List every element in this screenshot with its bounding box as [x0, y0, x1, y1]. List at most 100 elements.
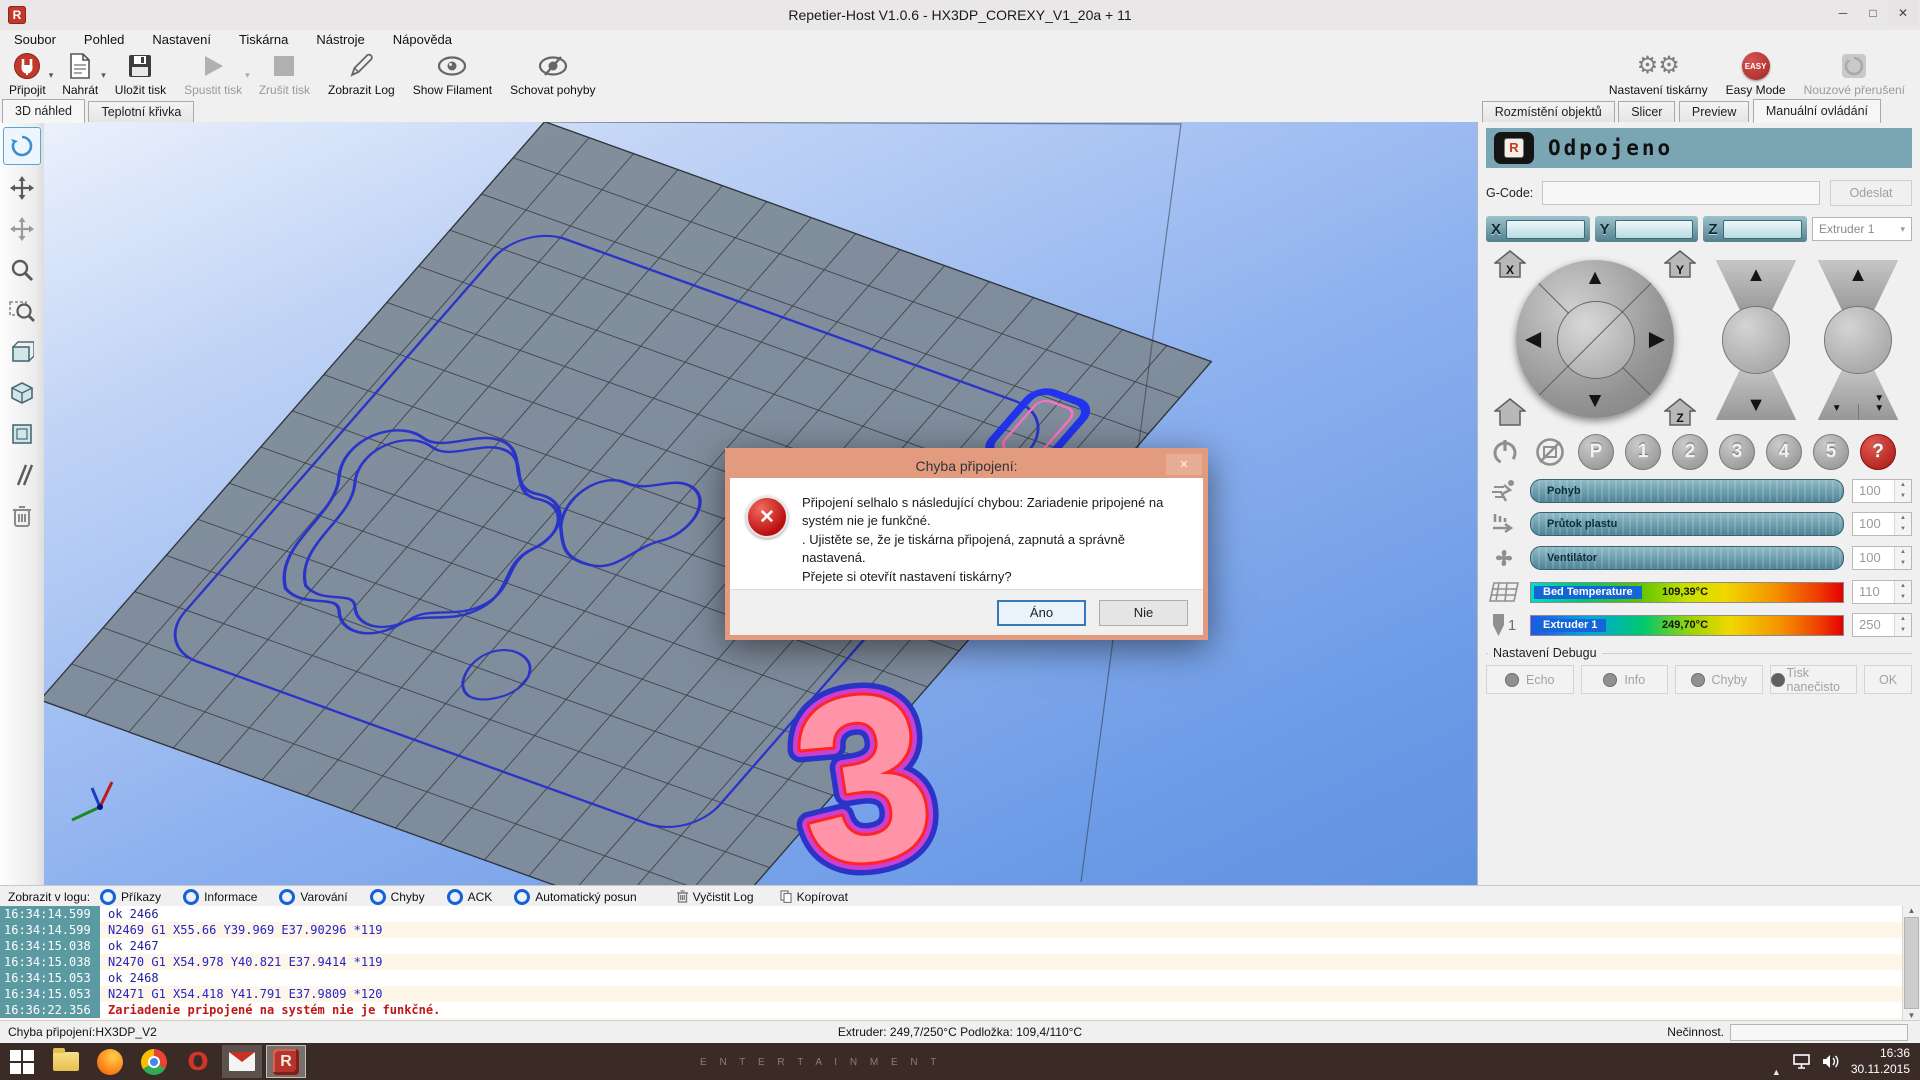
view-top-tool[interactable]	[4, 416, 40, 452]
dialog-close-button[interactable]: ✕	[1166, 454, 1202, 475]
preset-5-button[interactable]: 5	[1813, 434, 1849, 470]
view-front-tool[interactable]	[4, 334, 40, 370]
menu-pohled[interactable]: Pohled	[70, 32, 138, 47]
tray-expand-icon[interactable]: ▲	[1772, 1067, 1781, 1077]
motors-off-button[interactable]	[1533, 435, 1567, 469]
bed-temp-spinner[interactable]: 110 ▲▼	[1852, 580, 1912, 604]
extruder-temp-bar[interactable]: Extruder 1 249,70°C	[1530, 615, 1844, 636]
scrollbar-thumb[interactable]	[1904, 917, 1919, 1009]
menu-soubor[interactable]: Soubor	[0, 32, 70, 47]
move-viewpoint-tool[interactable]	[4, 211, 40, 247]
dialog-no-button[interactable]: Nie	[1099, 600, 1188, 626]
jog-y-minus-icon[interactable]: ▼	[1585, 390, 1606, 411]
delete-object-tool[interactable]	[4, 498, 40, 534]
y-position-box[interactable]: Y	[1595, 216, 1699, 242]
rotate-view-tool[interactable]	[3, 127, 41, 165]
menu-nastaveni[interactable]: Nastavení	[138, 32, 225, 47]
taskbar-repetier-host[interactable]: R	[266, 1045, 306, 1078]
save-print-button[interactable]: Uložit tisk	[106, 49, 175, 99]
easy-mode-button[interactable]: EASY Easy Mode	[1717, 49, 1795, 99]
speed-slider[interactable]: Pohyb	[1530, 479, 1844, 503]
parallel-projection-tool[interactable]	[4, 457, 40, 493]
power-button[interactable]	[1488, 435, 1522, 469]
extruder-temp-spinner[interactable]: 250 ▲▼	[1852, 613, 1912, 637]
preset-1-button[interactable]: 1	[1625, 434, 1661, 470]
z-jog-center[interactable]	[1722, 306, 1790, 374]
start-button[interactable]	[2, 1045, 42, 1078]
filter-ack[interactable]: ACK	[447, 889, 493, 905]
dialog-yes-button[interactable]: Áno	[997, 600, 1086, 626]
taskbar-opera[interactable]: O	[178, 1045, 218, 1078]
volume-icon[interactable]	[1822, 1054, 1839, 1069]
park-button[interactable]: P	[1578, 434, 1614, 470]
extrude-single-button[interactable]: ▼	[1816, 404, 1859, 420]
preset-2-button[interactable]: 2	[1672, 434, 1708, 470]
speed-spinner[interactable]: 100 ▲▼	[1852, 479, 1912, 503]
spin-down-icon[interactable]: ▼	[1895, 592, 1911, 603]
filter-prikazy[interactable]: Příkazy	[100, 889, 161, 905]
jog-x-plus-icon[interactable]: ▶	[1649, 329, 1665, 350]
spin-down-icon[interactable]: ▼	[1895, 558, 1911, 569]
show-filament-button[interactable]: Show Filament	[404, 49, 501, 99]
menu-tiskarna[interactable]: Tiskárna	[225, 32, 302, 47]
maximize-button[interactable]: □	[1858, 0, 1888, 26]
copy-log-button[interactable]: Kopírovat	[780, 890, 848, 904]
jog-pad-center[interactable]	[1557, 301, 1635, 379]
tab-teplotni-krivka[interactable]: Teplotní křivka	[88, 101, 194, 123]
scroll-up-icon[interactable]: ▲	[1908, 906, 1916, 915]
tab-manualni-ovladani[interactable]: Manuální ovládání	[1753, 99, 1881, 123]
zoom-tool[interactable]	[4, 252, 40, 288]
filter-informace[interactable]: Informace	[183, 889, 257, 905]
preset-3-button[interactable]: 3	[1719, 434, 1755, 470]
hide-travel-button[interactable]: Schovat pohyby	[501, 49, 604, 99]
menu-nastroje[interactable]: Nástroje	[302, 32, 378, 47]
tab-slicer[interactable]: Slicer	[1618, 101, 1675, 123]
dialog-title-bar[interactable]: Chyba připojení: ✕	[730, 453, 1203, 478]
filter-chyby[interactable]: Chyby	[370, 889, 425, 905]
taskbar-chrome[interactable]	[134, 1045, 174, 1078]
move-object-tool[interactable]	[4, 170, 40, 206]
spin-up-icon[interactable]: ▲	[1895, 581, 1911, 592]
extruder-jog-center[interactable]	[1824, 306, 1892, 374]
scroll-down-icon[interactable]: ▼	[1908, 1011, 1916, 1020]
network-icon[interactable]	[1793, 1054, 1810, 1069]
fan-spinner[interactable]: 100 ▲▼	[1852, 546, 1912, 570]
tab-preview[interactable]: Preview	[1679, 101, 1749, 123]
spin-up-icon[interactable]: ▲	[1895, 547, 1911, 558]
home-y-button[interactable]: Y	[1664, 250, 1696, 278]
help-button[interactable]: ?	[1860, 434, 1896, 470]
filter-varovani[interactable]: Varování	[279, 889, 347, 905]
menu-napoveda[interactable]: Nápověda	[379, 32, 466, 47]
minimize-button[interactable]: ─	[1828, 0, 1858, 26]
extrude-fast-button[interactable]: ▼▼	[1859, 394, 1901, 420]
spin-down-icon[interactable]: ▼	[1895, 524, 1911, 535]
printer-settings-button[interactable]: ⚙⚙ Nastavení tiskárny	[1600, 49, 1717, 99]
tray-clock[interactable]: 16:36 30.11.2015	[1851, 1046, 1910, 1077]
fan-slider[interactable]: Ventilátor	[1530, 546, 1844, 570]
bed-temp-bar[interactable]: Bed Temperature 109,39°C	[1530, 582, 1844, 603]
filter-autoscroll[interactable]: Automatický posun	[514, 889, 636, 905]
jog-y-plus-icon[interactable]: ▲	[1585, 267, 1606, 288]
flow-slider[interactable]: Průtok plastu	[1530, 512, 1844, 536]
load-button[interactable]: Nahrát	[53, 49, 107, 99]
xy-jog-pad[interactable]: ▲ ▼ ◀ ▶	[1516, 260, 1674, 418]
log-output[interactable]: 16:34:14.599ok 2466 16:34:14.599N2469 G1…	[0, 906, 1920, 1020]
taskbar-explorer[interactable]	[46, 1045, 86, 1078]
clear-log-button[interactable]: Vyčistit Log	[677, 890, 754, 904]
tab-3d-nahled[interactable]: 3D náhled	[2, 99, 85, 123]
spin-up-icon[interactable]: ▲	[1895, 513, 1911, 524]
extruder-select[interactable]: Extruder 1 ▾	[1812, 217, 1912, 241]
show-log-button[interactable]: Zobrazit Log	[319, 49, 404, 99]
spin-down-icon[interactable]: ▼	[1895, 491, 1911, 502]
taskbar-firefox[interactable]	[90, 1045, 130, 1078]
view-iso-tool[interactable]	[4, 375, 40, 411]
connect-button[interactable]: Připojit	[0, 49, 55, 99]
close-button[interactable]: ✕	[1888, 0, 1918, 26]
jog-x-minus-icon[interactable]: ◀	[1525, 329, 1541, 350]
spin-down-icon[interactable]: ▼	[1895, 625, 1911, 636]
home-x-button[interactable]: X	[1494, 250, 1526, 278]
z-position-box[interactable]: Z	[1703, 216, 1807, 242]
home-all-button[interactable]	[1494, 398, 1526, 426]
flow-spinner[interactable]: 100 ▲▼	[1852, 512, 1912, 536]
preset-4-button[interactable]: 4	[1766, 434, 1802, 470]
